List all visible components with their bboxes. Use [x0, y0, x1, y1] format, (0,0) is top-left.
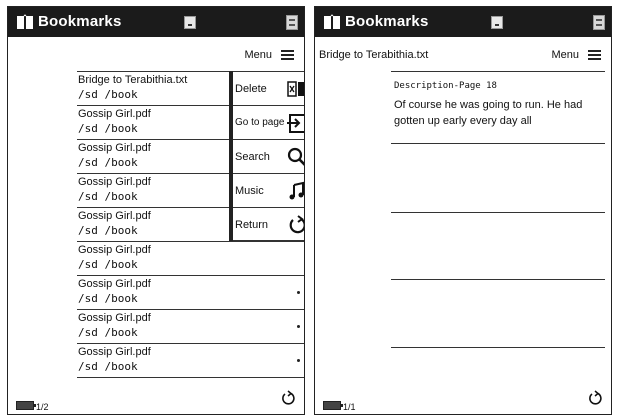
list-item[interactable]: Gossip Girl.pdf /sd /book [77, 241, 304, 275]
status-icon [491, 16, 503, 29]
app-title: Bookmarks [345, 13, 429, 30]
item-path: /sd /book [78, 258, 138, 271]
context-label: Delete [235, 83, 267, 95]
list-item[interactable]: Gossip Girl.pdf /sd /book [77, 309, 304, 343]
list-item[interactable]: Gossip Girl.pdf /sd /book [77, 275, 304, 309]
menu-button[interactable]: Bridge to Terabithia.txt Menu [315, 37, 611, 73]
item-dot-icon [297, 325, 300, 328]
divider [391, 71, 605, 72]
battery-icon [323, 401, 343, 410]
battery-icon [16, 401, 36, 410]
menu-list-icon [281, 50, 294, 61]
item-name: Gossip Girl.pdf [78, 346, 151, 358]
return-icon[interactable] [587, 390, 603, 406]
item-name: Gossip Girl.pdf [78, 210, 151, 222]
delete-book-icon [287, 81, 304, 97]
music-note-icon [289, 181, 304, 200]
context-item-return[interactable]: Return [233, 207, 304, 241]
item-name: Gossip Girl.pdf [78, 176, 151, 188]
item-name: Gossip Girl.pdf [78, 312, 151, 324]
bookmark-description[interactable]: Description-Page 18 Of course he was goi… [391, 71, 605, 367]
app-title: Bookmarks [38, 13, 122, 30]
description-heading: Description-Page 18 [394, 81, 497, 91]
item-path: /sd /book [78, 88, 138, 101]
list-item[interactable]: Gossip Girl.pdf /sd /book [77, 343, 304, 378]
return-icon [289, 215, 304, 234]
context-item-search[interactable]: Search [233, 139, 304, 173]
context-label: Music [235, 185, 264, 197]
open-book-icon [17, 14, 33, 29]
item-name: Bridge to Terabithia.txt [78, 74, 188, 86]
item-path: /sd /book [78, 224, 138, 237]
device-icon [593, 15, 605, 30]
status-icon [184, 16, 196, 29]
context-label: Return [235, 219, 269, 231]
page-indicator: 1/2 [36, 402, 49, 412]
item-dot-icon [297, 291, 300, 294]
divider [391, 279, 605, 280]
divider [391, 347, 605, 348]
bookmarks-list-screen: Bookmarks Menu Bridge to Terabithia.txt … [7, 6, 305, 415]
device-icon [286, 15, 298, 30]
item-path: /sd /book [78, 360, 138, 373]
menu-list-icon [588, 50, 601, 61]
title-bar: Bookmarks [315, 7, 611, 37]
search-icon [287, 147, 304, 166]
divider [391, 143, 605, 144]
item-path: /sd /book [78, 122, 138, 135]
context-item-delete[interactable]: Delete [233, 71, 304, 105]
goto-page-icon [287, 114, 304, 133]
item-path: /sd /book [78, 292, 138, 305]
open-book-icon [324, 14, 340, 29]
context-item-music[interactable]: Music [233, 173, 304, 207]
file-title: Bridge to Terabithia.txt [319, 49, 429, 61]
menu-button[interactable]: Menu [8, 37, 304, 73]
context-item-go-to-page[interactable]: Go to page [233, 105, 304, 139]
item-dot-icon [297, 359, 300, 362]
context-label: Search [235, 151, 270, 163]
page-indicator: 1/1 [343, 402, 356, 412]
item-name: Gossip Girl.pdf [78, 244, 151, 256]
item-name: Gossip Girl.pdf [78, 108, 151, 120]
item-path: /sd /book [78, 326, 138, 339]
context-label: Go to page [235, 117, 285, 128]
divider [391, 212, 605, 213]
description-text: Of course he was going to run. He had go… [394, 99, 583, 127]
item-name: Gossip Girl.pdf [78, 278, 151, 290]
menu-label: Menu [244, 49, 272, 61]
context-menu: Delete Go to page Search Music Return [229, 71, 304, 241]
item-path: /sd /book [78, 156, 138, 169]
menu-label: Menu [551, 49, 579, 61]
title-bar: Bookmarks [8, 7, 304, 37]
item-path: /sd /book [78, 190, 138, 203]
item-name: Gossip Girl.pdf [78, 142, 151, 154]
bookmark-detail-screen: Bookmarks Bridge to Terabithia.txt Menu … [314, 6, 612, 415]
return-icon[interactable] [280, 390, 296, 406]
